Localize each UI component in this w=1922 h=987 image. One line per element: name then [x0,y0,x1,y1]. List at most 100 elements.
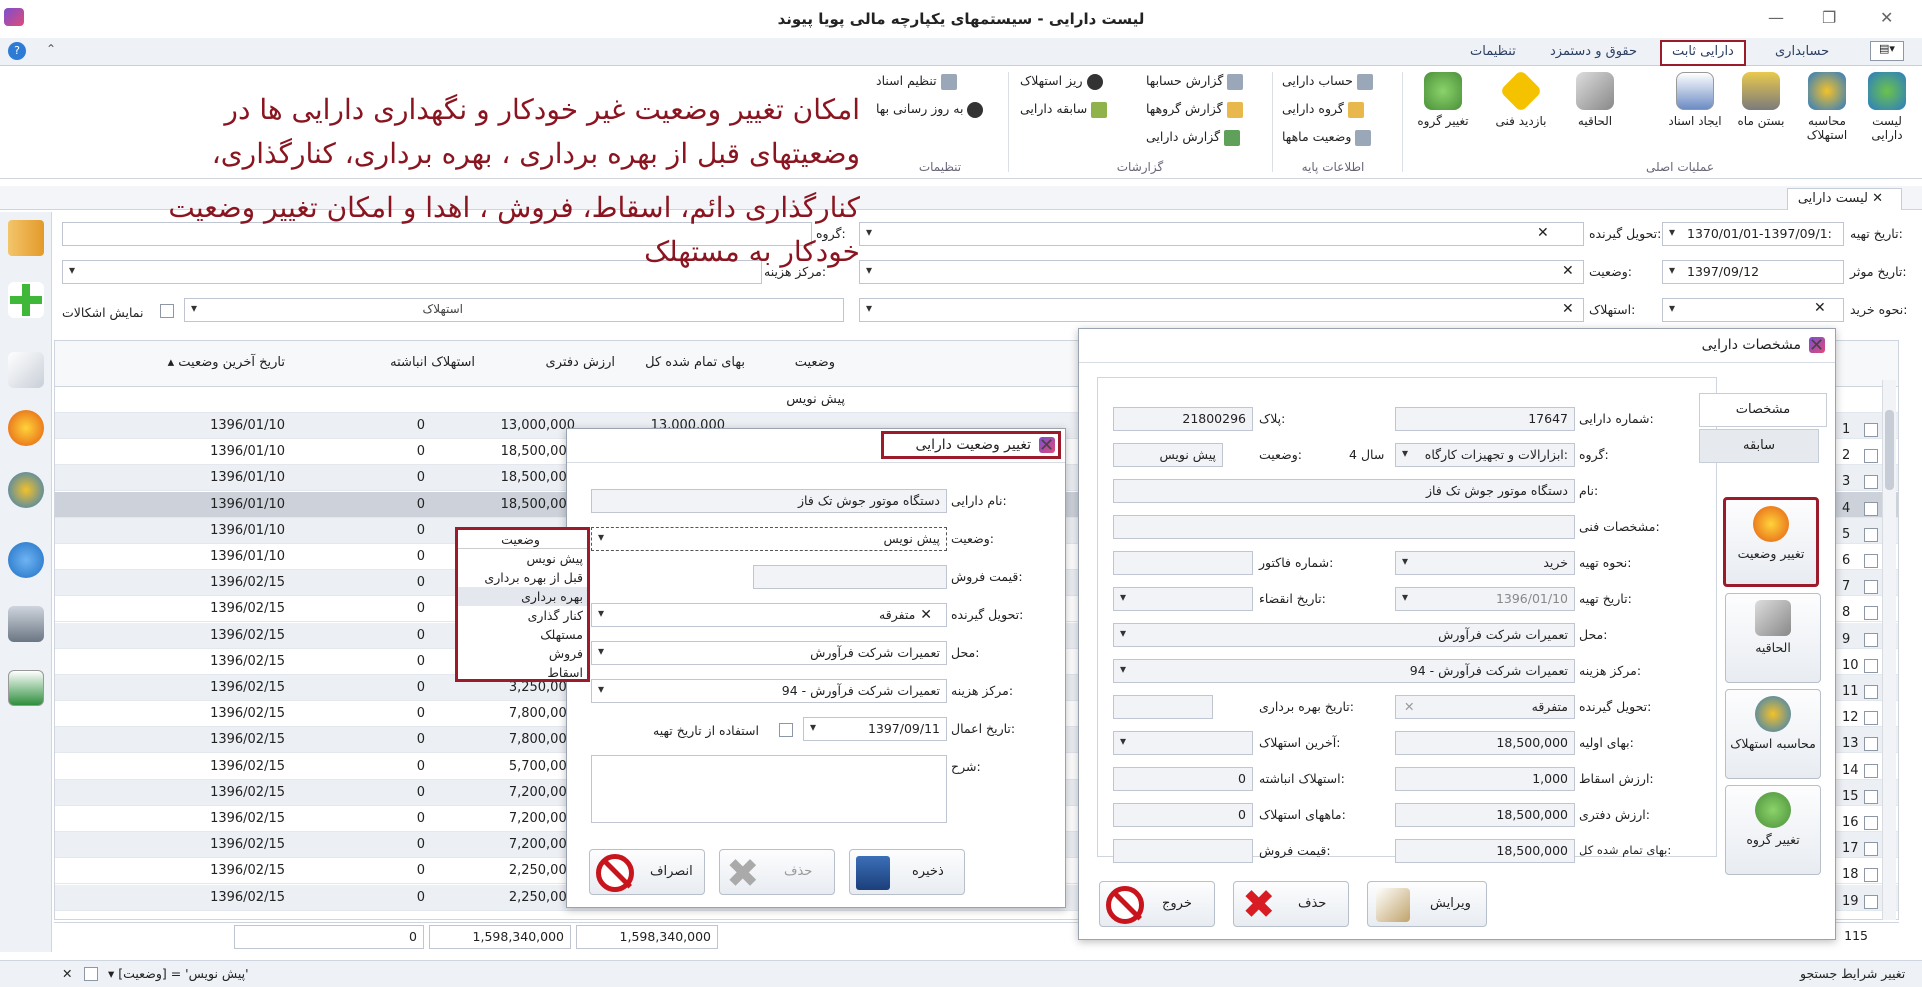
sale-price-field[interactable] [753,565,947,589]
status-option[interactable]: مستهلک [458,625,587,644]
clear-filter-icon[interactable]: ✕ [62,966,72,981]
change-group-button[interactable]: تغییر گروه [1412,70,1474,154]
inspection-button[interactable]: بازدید فنی [1490,69,1552,154]
tab-settings[interactable]: تنظیمات [1460,42,1526,61]
col-status[interactable]: وضعیت [755,355,835,370]
receiver-filter-field[interactable] [859,222,1584,246]
status-select[interactable]: پیش نویس [591,527,947,551]
asset-list-button[interactable]: لیست دارایی [1856,70,1918,154]
tab-specs[interactable]: مشخصات [1699,393,1827,427]
close-icon[interactable]: ✕ [1039,435,1054,456]
clear-receiver-icon[interactable]: ✕ [915,607,932,623]
row-checkbox[interactable] [1864,894,1878,909]
change-group-side-button[interactable]: تغییر گروه [1725,785,1821,875]
cost-center-select[interactable]: تعمیرات شرکت فرآورش - 94 [591,679,947,703]
location-select[interactable]: تعمیرات شرکت فرآورش [591,641,947,665]
edit-icon[interactable] [8,352,44,388]
clear-status-icon[interactable]: ✕ [1562,263,1574,279]
asset-report-button[interactable]: گزارش دارایی [1146,126,1241,148]
close-month-button[interactable]: بستن ماه [1730,70,1792,154]
apply-date-field[interactable]: 1397/09/11 [803,717,947,741]
close-icon[interactable]: ✕ [1880,8,1893,27]
accounts-report-button[interactable]: گزارش حسابها [1146,70,1244,92]
add-icon[interactable] [8,282,44,318]
asset-account-button[interactable]: حساب دارایی [1282,70,1373,92]
prep-date-field[interactable]: 1370/01/01-1397/09/1: [1662,222,1844,246]
col-acc-depreciation[interactable]: استهلاک انباشته [295,355,475,370]
collapse-ribbon-icon[interactable]: ⌃ [46,42,56,56]
depreciation-detail-button[interactable]: ریز استهلاک [1020,70,1103,92]
minimize-icon[interactable]: — [1768,8,1784,27]
help-icon[interactable]: ? [8,42,26,60]
lightning-icon[interactable] [8,410,44,446]
row-checkbox[interactable] [1864,449,1878,464]
update-price-button[interactable]: به روز رسانی بها [876,98,984,120]
close-icon[interactable]: ✕ [1809,335,1824,356]
delete-button[interactable]: ✖ حذف [1233,881,1349,927]
layout-switch-icon[interactable]: ▤▾ [1870,41,1904,61]
col-book-value[interactable]: ارزش دفتری [475,355,615,370]
status-option[interactable]: اسقاط [458,663,587,682]
filter-enabled-checkbox[interactable] [84,967,98,981]
delete-button[interactable]: ✖ حذف [719,849,835,895]
depreciation-filter-field[interactable] [859,298,1584,322]
row-checkbox[interactable] [1864,423,1878,437]
close-tab-icon[interactable]: ✕ [1872,191,1883,206]
asset-history-button[interactable]: سابقه دارایی [1020,98,1108,120]
extra-filter-field[interactable]: استهلاک [184,298,844,322]
exit-button[interactable]: خروج [1099,881,1215,927]
row-checkbox[interactable] [1864,711,1878,726]
tab-asset-list[interactable]: لیست دارایی ✕ [1786,188,1902,210]
status-option[interactable]: فروش [458,644,587,663]
edit-filter-link[interactable]: تغییر شرایط جستجو [1800,966,1905,981]
row-checkbox[interactable] [1864,737,1878,752]
status-filter-field[interactable] [859,260,1584,284]
clear-depreciation-icon[interactable]: ✕ [1562,301,1574,317]
grid-scrollbar[interactable] [1882,380,1896,920]
calc-depreciation-button[interactable]: محاسبه استهلاک [1796,70,1858,154]
clear-receiver-icon[interactable]: ✕ [1537,225,1549,241]
tab-accounting[interactable]: حسابداری [1765,42,1839,61]
status-option[interactable]: بهره برداری [458,587,587,606]
row-checkbox[interactable] [1864,842,1878,857]
row-checkbox[interactable] [1864,632,1878,647]
create-documents-button[interactable]: ایجاد اسناد [1664,70,1726,154]
description-field[interactable] [591,755,947,823]
row-checkbox[interactable] [1864,606,1878,621]
row-checkbox[interactable] [1864,789,1878,804]
row-checkbox[interactable] [1864,816,1878,830]
status-option[interactable]: پیش نویس [458,549,587,568]
row-checkbox[interactable] [1864,685,1878,699]
save-button[interactable]: ذخیره [849,849,965,895]
tab-payroll[interactable]: حقوق و دستمزد [1540,42,1647,61]
change-status-side-button[interactable]: تغییر وضعیت [1723,497,1819,587]
use-prep-date-checkbox[interactable] [779,723,793,737]
row-checkbox[interactable] [1864,554,1878,568]
row-checkbox[interactable] [1864,475,1878,490]
clear-purchase-icon[interactable]: ✕ [1814,300,1826,316]
refresh-icon[interactable] [8,542,44,578]
document-settings-button[interactable]: تنظیم اسناد [876,70,957,92]
swap-arrows-icon[interactable] [8,220,44,256]
addendum-side-button[interactable]: الحاقیه [1725,593,1821,683]
receiver-select[interactable]: متفرقه ✕ [591,603,947,627]
row-checkbox[interactable] [1864,868,1878,883]
row-checkbox[interactable] [1864,658,1878,673]
col-total-cost[interactable]: بهای تمام شده کل [615,355,745,370]
tab-history[interactable]: سابقه [1699,429,1819,463]
row-checkbox[interactable] [1864,763,1878,778]
print-icon[interactable] [8,606,44,642]
gears-icon[interactable] [8,472,44,508]
edit-button[interactable]: ویرایش [1367,881,1487,927]
excel-export-icon[interactable] [8,670,44,706]
tab-fixed-assets[interactable]: دارایی ثابت [1660,40,1746,66]
effective-date-field[interactable]: 1397/09/12 [1662,260,1844,284]
asset-group-button[interactable]: گروه دارایی [1282,98,1364,120]
groups-report-button[interactable]: گزارش گروهها [1146,98,1243,120]
row-checkbox[interactable] [1864,580,1878,595]
cancel-button[interactable]: انصراف [589,849,705,895]
month-status-button[interactable]: وضعیت ماهها [1282,126,1372,148]
restore-icon[interactable]: ❐ [1822,8,1836,27]
row-checkbox[interactable] [1864,501,1878,516]
row-checkbox[interactable] [1864,527,1878,542]
